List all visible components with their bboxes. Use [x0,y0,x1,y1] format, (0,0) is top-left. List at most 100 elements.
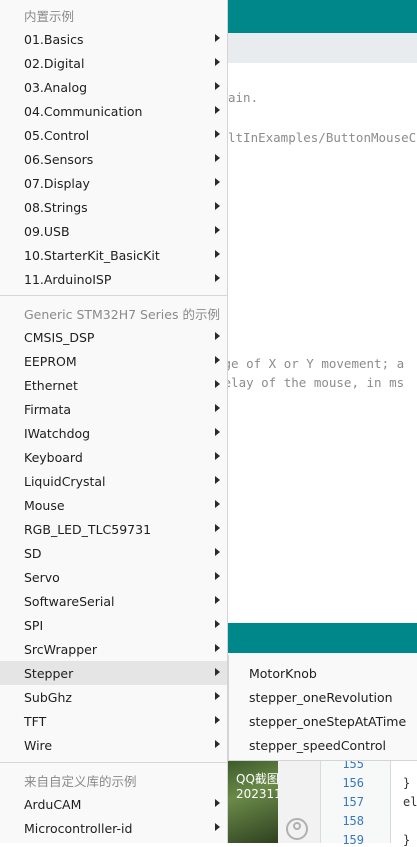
menu-item-label: Ethernet [24,377,78,393]
code-fragment: } [403,776,411,790]
submenu-arrow-icon [215,250,220,258]
code-editor-lower[interactable]: } el } [390,760,417,847]
menu-item-softwareserial[interactable]: SoftwareSerial [0,589,227,613]
menu-item-label: SrcWrapper [24,641,97,657]
code-fragment: delay of the mouse, in ms [216,375,405,390]
menu-item-microcontroller-id[interactable]: Microcontroller-id [0,816,227,840]
menu-item-label: EEPROM [24,353,77,369]
submenu-arrow-icon [215,644,220,652]
menu-item-label: Microcontroller-id [24,820,133,836]
menu-item-label: SubGhz [24,689,72,705]
code-fragment: nge of X or Y movement; a [216,356,405,371]
menu-item-strings[interactable]: 08.Strings [0,195,227,219]
code-fragment: ain. [228,90,259,105]
menu-item-iwatchdog[interactable]: IWatchdog [0,421,227,445]
menu-item-label: ArduCAM [24,796,82,812]
code-fragment: } [403,833,411,847]
submenu-item-speed-control[interactable]: stepper_speedControl [229,733,417,757]
menu-separator [0,762,227,763]
menu-item-spi[interactable]: SPI [0,613,227,637]
menu-item-sd[interactable]: SD [0,541,227,565]
menu-item-rgb-led[interactable]: RGB_LED_TLC59731 [0,517,227,541]
menu-item-label: LiquidCrystal [24,473,106,489]
submenu-arrow-icon [215,130,220,138]
code-fragment: el [403,795,417,809]
user-avatar-icon[interactable] [286,818,308,840]
menu-item-label: 05.Control [24,127,90,143]
menu-item-starterkit[interactable]: 10.StarterKit_BasicKit [0,243,227,267]
menu-item-display[interactable]: 07.Display [0,171,227,195]
menu-item-label: Mouse [24,497,65,513]
menu-item-label: Servo [24,569,60,585]
menu-item-arduinoisp[interactable]: 11.ArduinoISP [0,267,227,291]
submenu-arrow-icon [215,34,220,42]
menu-item-firmata[interactable]: Firmata [0,397,227,421]
menu-item-cmsis-dsp[interactable]: CMSIS_DSP [0,325,227,349]
menu-item-keyboard[interactable]: Keyboard [0,445,227,469]
menu-item-servo[interactable]: Servo [0,565,227,589]
submenu-arrow-icon [215,428,220,436]
submenu-arrow-icon [215,82,220,90]
menu-item-label: SPI [24,617,44,633]
submenu-arrow-icon [215,596,220,604]
menu-item-srcwrapper[interactable]: SrcWrapper [0,637,227,661]
menu-item-label: 07.Display [24,175,90,191]
menu-section-header-board: Generic STM32H7 Series 的示例 [24,306,220,322]
stepper-submenu: MotorKnob stepper_oneRevolution stepper_… [228,655,417,761]
submenu-arrow-icon [215,226,220,234]
menu-item-label: CMSIS_DSP [24,329,95,345]
menu-item-sensors[interactable]: 06.Sensors [0,147,227,171]
submenu-arrow-icon [215,332,220,340]
submenu-arrow-icon [215,106,220,114]
menu-separator [0,295,227,296]
menu-item-label: RGB_LED_TLC59731 [24,521,152,537]
menu-item-mouse[interactable]: Mouse [0,493,227,517]
menu-item-stepper[interactable]: Stepper [0,661,227,685]
menu-item-control[interactable]: 05.Control [0,123,227,147]
menu-item-label: 04.Communication [24,103,143,119]
menu-item-tft[interactable]: TFT [0,709,227,733]
menu-item-communication[interactable]: 04.Communication [0,99,227,123]
menu-item-basics[interactable]: 01.Basics [0,27,227,51]
menu-item-analog[interactable]: 03.Analog [0,75,227,99]
line-number: 156 [342,776,364,790]
menu-item-label: 08.Strings [24,199,88,215]
submenu-arrow-icon [215,274,220,282]
submenu-arrow-icon [215,452,220,460]
menu-item-label: TFT [24,713,47,729]
submenu-item-one-revolution[interactable]: stepper_oneRevolution [229,685,417,709]
menu-item-arducam[interactable]: ArduCAM [0,792,227,816]
desktop-app-label: QQ截图 [236,772,279,786]
menu-item-label: 09.USB [24,223,70,239]
menu-item-label: IWatchdog [24,425,91,441]
submenu-arrow-icon [215,524,220,532]
submenu-arrow-icon [215,668,220,676]
menu-item-label: Keyboard [24,449,83,465]
menu-item-usb[interactable]: 09.USB [0,219,227,243]
submenu-arrow-icon [215,740,220,748]
menu-item-liquidcrystal[interactable]: LiquidCrystal [0,469,227,493]
submenu-arrow-icon [215,823,220,831]
submenu-item-motorknob[interactable]: MotorKnob [229,661,417,685]
submenu-arrow-icon [215,476,220,484]
menu-item-label: 02.Digital [24,55,85,71]
menu-item-label: Stepper [24,665,74,681]
menu-section-header-builtin: 内置示例 [24,8,75,24]
menu-item-digital[interactable]: 02.Digital [0,51,227,75]
menu-item-label: 11.ArduinoISP [24,271,112,287]
submenu-arrow-icon [215,154,220,162]
submenu-arrow-icon [215,548,220,556]
submenu-arrow-icon [215,692,220,700]
menu-item-label: SoftwareSerial [24,593,115,609]
menu-item-label: 06.Sensors [24,151,94,167]
menu-item-ethernet[interactable]: Ethernet [0,373,227,397]
menu-item-wire[interactable]: Wire [0,733,227,757]
menu-item-eeprom[interactable]: EEPROM [0,349,227,373]
line-number: 157 [342,795,364,809]
submenu-arrow-icon [215,58,220,66]
code-fragment: ltInExamples/ButtonMouseC [228,130,417,145]
submenu-arrow-icon [215,404,220,412]
menu-item-subghz[interactable]: SubGhz [0,685,227,709]
menu-section-header-custom: 来自自定义库的示例 [24,773,137,789]
submenu-item-one-step-at-a-time[interactable]: stepper_oneStepAtATime [229,709,417,733]
